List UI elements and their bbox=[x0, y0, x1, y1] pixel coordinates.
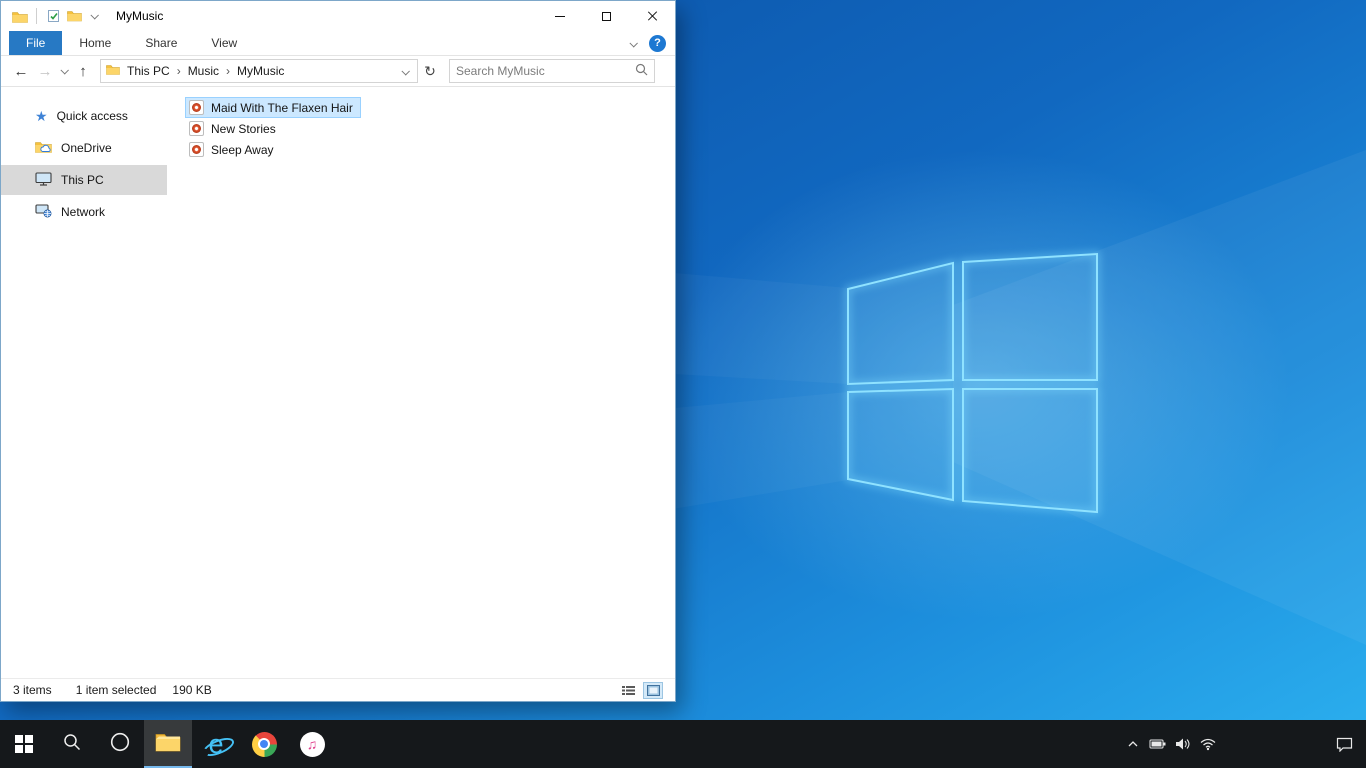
search-box bbox=[449, 59, 655, 83]
itunes-icon: ♫ bbox=[299, 731, 325, 757]
sidebar-item-label: Network bbox=[61, 205, 106, 219]
windows-logo-icon bbox=[15, 735, 33, 753]
navigation-pane: ★ Quick access OneDrive This PC Network bbox=[1, 87, 167, 678]
tab-file[interactable]: File bbox=[9, 31, 63, 55]
breadcrumb-this-pc[interactable]: This PC bbox=[120, 64, 177, 78]
window-folder-icon[interactable] bbox=[10, 5, 30, 27]
music-file-icon bbox=[189, 100, 204, 115]
file-explorer-icon bbox=[155, 731, 181, 757]
taskbar-internet-explorer-button[interactable]: e bbox=[192, 720, 240, 768]
minimize-button[interactable] bbox=[537, 1, 583, 31]
qat-properties-icon[interactable] bbox=[44, 5, 64, 27]
music-file-icon bbox=[189, 121, 204, 136]
up-button[interactable]: ↑ bbox=[71, 59, 95, 83]
help-button[interactable]: ? bbox=[649, 34, 666, 52]
ribbon-right-controls: ? bbox=[629, 31, 675, 55]
sidebar-item-quick-access[interactable]: ★ Quick access bbox=[1, 101, 167, 131]
refresh-button[interactable]: ↻ bbox=[418, 59, 442, 83]
sidebar-item-onedrive[interactable]: OneDrive bbox=[1, 133, 167, 163]
cortana-button[interactable] bbox=[96, 720, 144, 768]
taskbar-file-explorer-button[interactable] bbox=[144, 720, 192, 768]
tab-view[interactable]: View bbox=[194, 31, 254, 55]
maximize-icon bbox=[601, 11, 611, 21]
search-icon bbox=[62, 732, 82, 757]
maximize-button[interactable] bbox=[583, 1, 629, 31]
sidebar-item-label: OneDrive bbox=[61, 141, 112, 155]
details-view-button[interactable] bbox=[618, 682, 638, 699]
file-list: Maid With The Flaxen Hair New Stories Sl… bbox=[167, 87, 675, 678]
system-tray bbox=[1120, 720, 1220, 768]
action-center-button[interactable] bbox=[1322, 720, 1366, 768]
file-name: New Stories bbox=[211, 121, 276, 136]
internet-explorer-icon: e bbox=[208, 728, 224, 759]
file-explorer-window: MyMusic File Home Share View ? ← → ↑ Thi… bbox=[0, 0, 676, 702]
address-folder-icon bbox=[106, 64, 120, 79]
qat-new-folder-icon[interactable] bbox=[64, 5, 84, 27]
music-note-glyph: ♫ bbox=[306, 736, 318, 752]
desktop: MyMusic File Home Share View ? ← → ↑ Thi… bbox=[0, 0, 1366, 768]
window-title: MyMusic bbox=[116, 9, 164, 23]
this-pc-monitor-icon bbox=[35, 171, 52, 189]
qat-customize-chevron-icon[interactable] bbox=[84, 5, 104, 27]
file-item-new-stories[interactable]: New Stories bbox=[185, 118, 284, 139]
cortana-circle-icon bbox=[109, 731, 131, 758]
taskbar: e ♫ bbox=[0, 720, 1366, 768]
qat-separator bbox=[36, 8, 37, 24]
navigation-bar: ← → ↑ This PC › Music › MyMusic ↻ bbox=[1, 56, 675, 87]
wifi-icon[interactable] bbox=[1195, 720, 1220, 768]
taskbar-search-button[interactable] bbox=[48, 720, 96, 768]
selection-size: 190 KB bbox=[172, 683, 212, 697]
music-file-icon bbox=[189, 142, 204, 157]
sidebar-item-label: Quick access bbox=[56, 109, 128, 123]
recent-locations-chevron-icon[interactable] bbox=[57, 59, 71, 83]
view-toggles bbox=[618, 681, 663, 699]
volume-icon[interactable] bbox=[1170, 720, 1195, 768]
chrome-icon bbox=[251, 731, 277, 757]
tray-chevron-up-icon[interactable] bbox=[1120, 720, 1145, 768]
start-button[interactable] bbox=[0, 720, 48, 768]
network-icon bbox=[35, 203, 52, 221]
breadcrumb-mymusic[interactable]: MyMusic bbox=[230, 64, 291, 78]
selection-count: 1 item selected bbox=[75, 683, 157, 697]
close-icon bbox=[646, 10, 658, 22]
file-item-maid-with-the-flaxen-hair[interactable]: Maid With The Flaxen Hair bbox=[185, 97, 361, 118]
sidebar-item-label: This PC bbox=[61, 173, 104, 187]
address-bar[interactable]: This PC › Music › MyMusic bbox=[100, 59, 418, 83]
tab-home[interactable]: Home bbox=[62, 31, 128, 55]
forward-button[interactable]: → bbox=[33, 59, 57, 83]
close-button[interactable] bbox=[629, 1, 675, 31]
minimize-icon bbox=[555, 15, 565, 17]
taskbar-chrome-button[interactable] bbox=[240, 720, 288, 768]
ribbon-collapse-chevron-icon[interactable] bbox=[629, 36, 638, 50]
onedrive-cloud-icon bbox=[35, 140, 52, 156]
battery-icon[interactable] bbox=[1145, 720, 1170, 768]
breadcrumb-music[interactable]: Music bbox=[181, 64, 226, 78]
quick-access-star-icon: ★ bbox=[35, 108, 48, 124]
file-item-sleep-away[interactable]: Sleep Away bbox=[185, 139, 282, 160]
window-body: ★ Quick access OneDrive This PC Network … bbox=[1, 87, 675, 678]
ribbon-tab-row: File Home Share View ? bbox=[1, 31, 675, 56]
items-count: 3 items bbox=[13, 683, 52, 697]
status-bar: 3 items 1 item selected 190 KB bbox=[1, 678, 675, 701]
taskbar-itunes-button[interactable]: ♫ bbox=[288, 720, 336, 768]
back-button[interactable]: ← bbox=[9, 59, 33, 83]
address-dropdown-chevron-icon[interactable] bbox=[398, 64, 412, 78]
sidebar-item-this-pc[interactable]: This PC bbox=[1, 165, 167, 195]
window-controls bbox=[537, 1, 675, 31]
search-input[interactable] bbox=[456, 64, 635, 78]
large-icons-view-button[interactable] bbox=[643, 681, 663, 699]
titlebar[interactable]: MyMusic bbox=[1, 1, 675, 31]
tab-share[interactable]: Share bbox=[128, 31, 194, 55]
file-name: Maid With The Flaxen Hair bbox=[211, 100, 353, 115]
search-icon[interactable] bbox=[635, 63, 648, 79]
file-name: Sleep Away bbox=[211, 142, 274, 157]
sidebar-item-network[interactable]: Network bbox=[1, 197, 167, 227]
